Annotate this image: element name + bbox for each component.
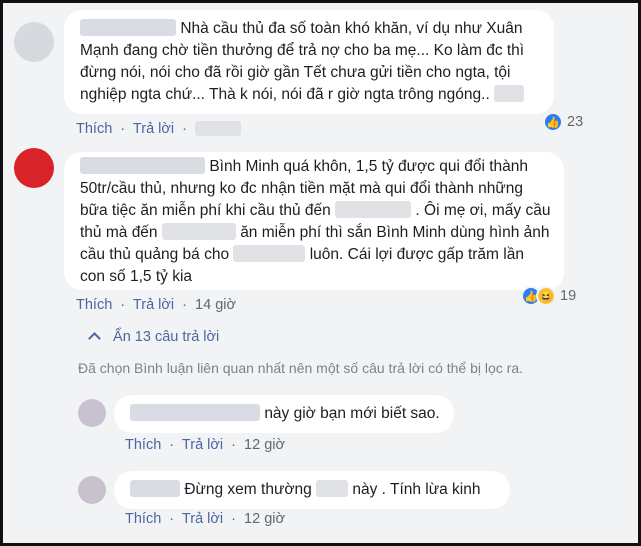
reply-line: Đừng xem thường này . Tính lừa kinh — [130, 479, 494, 501]
separator: · — [182, 297, 187, 313]
like-icon: 👍 — [543, 112, 563, 132]
redacted-text — [233, 245, 306, 262]
like-link[interactable]: Thích — [76, 297, 112, 313]
reply-link[interactable]: Trả lời — [182, 437, 223, 453]
redacted-text — [316, 480, 349, 497]
comment-bubble: Nhà cầu thủ đa số toàn khó khăn, ví dụ n… — [64, 10, 554, 114]
reply-time: 12 giờ — [244, 437, 285, 453]
redacted-name — [130, 480, 180, 497]
redacted-name — [80, 19, 176, 36]
haha-icon: 😆 — [536, 286, 556, 306]
reply-link[interactable]: Trả lời — [133, 121, 174, 137]
filter-notice: Đã chọn Bình luận liên quan nhất nên một… — [78, 360, 524, 376]
comment-actions: Thích · Trả lời · 14 giờ — [76, 297, 236, 313]
like-link[interactable]: Thích — [125, 511, 161, 527]
comment-line: thủ mà đến ăn miễn phí thì sắn Bình Minh… — [80, 223, 550, 241]
reaction-summary[interactable]: 👍 23 — [543, 112, 583, 132]
redacted-text — [161, 223, 236, 240]
comment-line: Nhà cầu thủ đa số toàn khó khăn, ví dụ n… — [80, 18, 538, 40]
avatar[interactable] — [78, 476, 106, 504]
avatar[interactable] — [78, 399, 106, 427]
reaction-summary[interactable]: 👍 😆 19 — [521, 286, 576, 306]
redacted-name — [80, 157, 205, 174]
comment-time: 14 giờ — [195, 297, 236, 313]
comment-line: cầu thủ quảng bá cho luôn. Cái lợi được … — [80, 245, 524, 263]
comment-bubble: Bình Minh quá khôn, 1,5 tỷ được qui đổi … — [64, 152, 564, 290]
reply-link[interactable]: Trả lời — [182, 511, 223, 527]
comment-line: nghiệp ngta chứ... Thà k nói, nói đã r g… — [80, 84, 538, 106]
reply-line: này giờ bạn mới biết sao. — [130, 403, 440, 425]
reply-time: 12 giờ — [244, 511, 285, 527]
redacted-text — [335, 201, 412, 218]
reply-actions: Thích · Trả lời · 12 giờ — [125, 437, 285, 453]
redacted-text — [494, 85, 525, 102]
separator: · — [169, 437, 175, 453]
separator: · — [120, 297, 126, 313]
redacted-time — [195, 121, 242, 136]
separator: · — [231, 511, 236, 527]
avatar[interactable] — [14, 22, 54, 62]
comment-line: bữa tiệc ăn miễn phí khi cầu thủ đến . Ô… — [80, 201, 551, 219]
chevron-up-icon — [88, 332, 101, 345]
separator: · — [182, 121, 187, 137]
like-link[interactable]: Thích — [76, 121, 112, 137]
comment-line: Mạnh đang chờ tiền thưởng để trả nợ cho … — [80, 42, 525, 59]
comment-line: con số 1,5 tỷ kia — [80, 268, 193, 285]
comment-line: Bình Minh quá khôn, 1,5 tỷ được qui đổi … — [80, 156, 548, 178]
reply-actions: Thích · Trả lời · 12 giờ — [125, 511, 285, 527]
reply-link[interactable]: Trả lời — [133, 297, 174, 313]
avatar[interactable] — [14, 148, 54, 188]
redacted-name — [130, 404, 260, 421]
comment-line: 50tr/cầu thủ, nhưng ko đc nhận tiền mặt … — [80, 180, 523, 197]
comment-line: đừng nói, nói cho đã rồi giờ gần Tết chư… — [80, 64, 511, 81]
reply-bubble: Đừng xem thường này . Tính lừa kinh — [114, 471, 510, 509]
hide-replies-link[interactable]: Ẩn 13 câu trả lời — [88, 329, 219, 345]
separator: · — [120, 121, 126, 137]
separator: · — [169, 511, 175, 527]
separator: · — [231, 437, 236, 453]
reply-bubble: này giờ bạn mới biết sao. — [114, 395, 454, 433]
like-link[interactable]: Thích — [125, 437, 161, 453]
comment-actions: Thích · Trả lời · — [76, 121, 242, 137]
